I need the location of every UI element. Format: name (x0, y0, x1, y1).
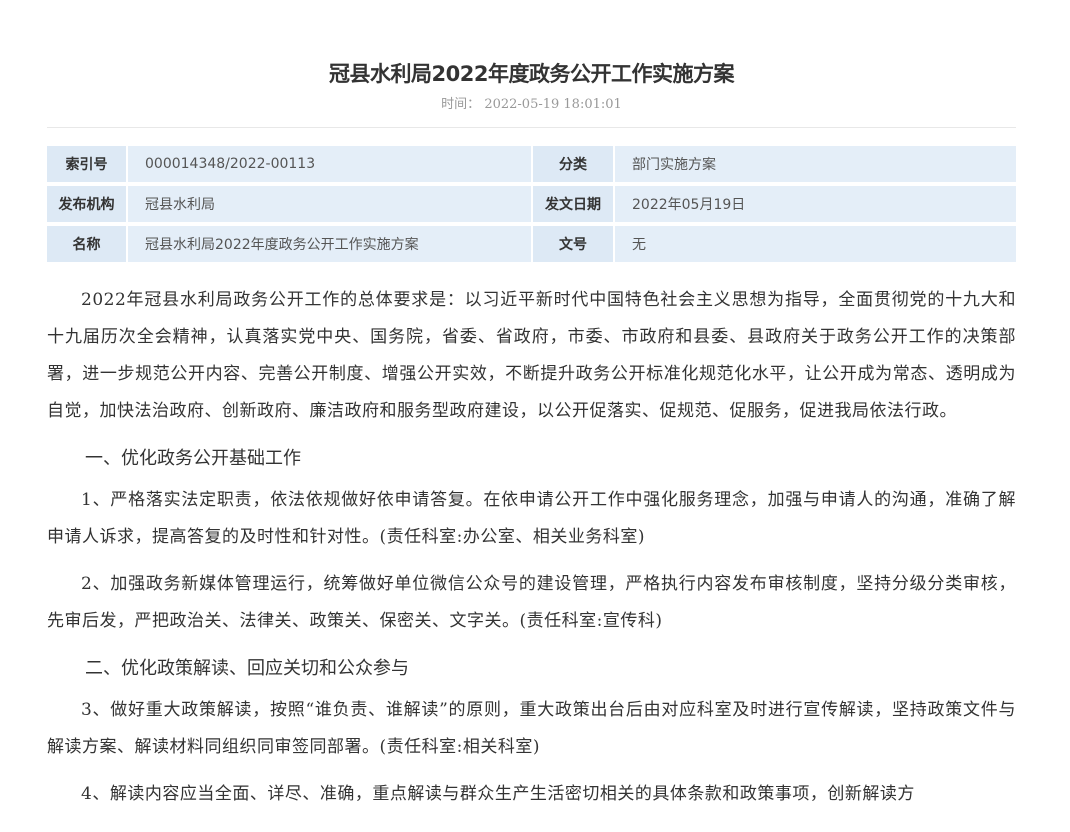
publish-time-value: 2022-05-19 18:01:01 (484, 97, 622, 112)
section-heading-2: 二、优化政策解读、回应关切和公众参与 (85, 658, 409, 679)
doc-number-label: 文号 (533, 226, 615, 262)
publisher-value: 冠县水利局 (128, 186, 533, 226)
paragraph-item-1: 1、严格落实法定职责，依法依规做好依申请答复。在依申请公开工作中强化服务理念，加… (47, 490, 1016, 547)
publish-time: 时间： 2022-05-19 18:01:01 (47, 94, 1016, 116)
issue-date-value: 2022年05月19日 (615, 186, 1016, 226)
intro-paragraph: 2022年冠县水利局政务公开工作的总体要求是：以习近平新时代中国特色社会主义思想… (47, 290, 1016, 421)
paragraph-item-2: 2、加强政务新媒体管理运行，统筹做好单位微信公众号的建设管理，严格执行内容发布审… (47, 574, 1016, 631)
section-heading-1: 一、优化政务公开基础工作 (85, 448, 301, 469)
name-value: 冠县水利局2022年度政务公开工作实施方案 (128, 226, 533, 262)
index-label: 索引号 (47, 146, 128, 186)
title-divider (47, 127, 1016, 128)
name-label: 名称 (47, 226, 128, 262)
publisher-label: 发布机构 (47, 186, 128, 226)
publish-time-label: 时间： (441, 97, 481, 112)
category-value: 部门实施方案 (615, 146, 1016, 186)
document-info-table: 索引号 000014348/2022-00113 分类 部门实施方案 发布机构 … (47, 146, 1016, 262)
info-row-publisher: 发布机构 冠县水利局 发文日期 2022年05月19日 (47, 186, 1016, 226)
info-row-index: 索引号 000014348/2022-00113 分类 部门实施方案 (47, 146, 1016, 186)
article-page: 冠县水利局2022年度政务公开工作实施方案 时间： 2022-05-19 18:… (47, 0, 1016, 823)
article-body: 2022年冠县水利局政务公开工作的总体要求是：以习近平新时代中国特色社会主义思想… (47, 282, 1016, 813)
info-row-name: 名称 冠县水利局2022年度政务公开工作实施方案 文号 无 (47, 226, 1016, 262)
paragraph-item-3: 3、做好重大政策解读，按照“谁负责、谁解读”的原则，重大政策出台后由对应科室及时… (47, 700, 1016, 757)
article-title: 冠县水利局2022年度政务公开工作实施方案 (329, 62, 734, 86)
paragraph-item-4: 4、解读内容应当全面、详尽、准确，重点解读与群众生产生活密切相关的具体条款和政策… (81, 784, 915, 804)
issue-date-label: 发文日期 (533, 186, 615, 226)
index-value: 000014348/2022-00113 (128, 146, 533, 186)
doc-number-value: 无 (615, 226, 1016, 262)
category-label: 分类 (533, 146, 615, 186)
